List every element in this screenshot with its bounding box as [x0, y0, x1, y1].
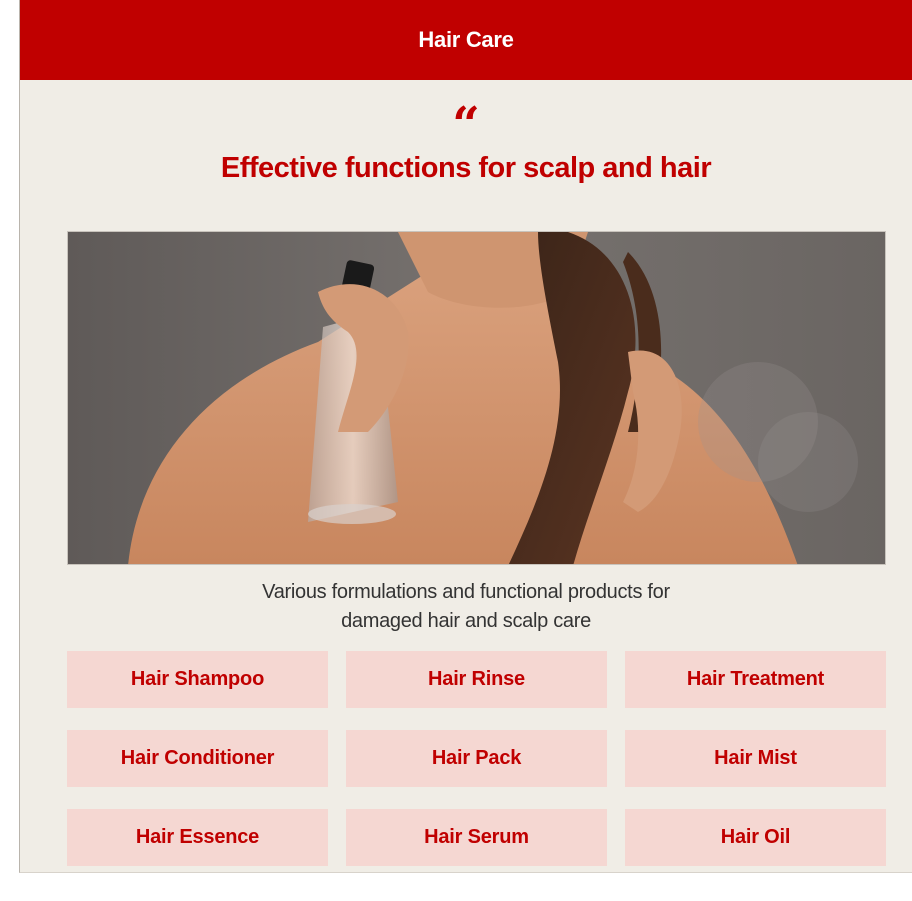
hair-oil-button[interactable]: Hair Oil: [625, 809, 886, 866]
description-line-2: damaged hair and scalp care: [341, 610, 591, 632]
hair-shampoo-button[interactable]: Hair Shampoo: [67, 651, 328, 708]
hair-pack-button[interactable]: Hair Pack: [346, 730, 607, 787]
description: Various formulations and functional prod…: [20, 578, 912, 636]
hair-mist-button[interactable]: Hair Mist: [625, 730, 886, 787]
hero-photo-illustration: [68, 232, 885, 564]
content-panel: Hair Care “ Effective functions for scal…: [19, 0, 912, 873]
page: Hair Care “ Effective functions for scal…: [0, 0, 912, 901]
page-title: Hair Care: [418, 27, 514, 52]
hair-treatment-button[interactable]: Hair Treatment: [625, 651, 886, 708]
header-bar: Hair Care: [20, 0, 912, 80]
hair-rinse-button[interactable]: Hair Rinse: [346, 651, 607, 708]
headline: Effective functions for scalp and hair: [220, 152, 712, 184]
description-line-1: Various formulations and functional prod…: [262, 581, 670, 603]
hero-image: [67, 231, 886, 565]
hair-serum-button[interactable]: Hair Serum: [346, 809, 607, 866]
hair-essence-button[interactable]: Hair Essence: [67, 809, 328, 866]
quote-icon: “: [452, 103, 480, 139]
product-grid: Hair Shampoo Hair Rinse Hair Treatment H…: [67, 651, 886, 866]
hair-conditioner-button[interactable]: Hair Conditioner: [67, 730, 328, 787]
